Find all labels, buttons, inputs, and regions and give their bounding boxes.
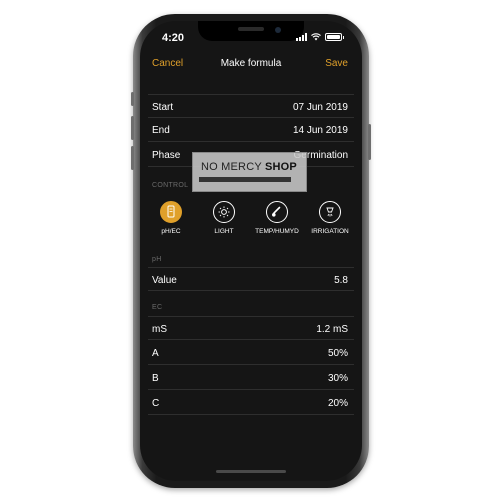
ec-c-label: C [152,398,160,409]
camera [275,27,281,33]
ec-b-row[interactable]: B 30% [148,366,354,390]
control-light[interactable]: LIGHT [197,201,251,235]
signal-icon [296,33,307,41]
ph-section-label: pH [152,256,162,263]
ph-ec-icon [160,201,182,223]
save-button[interactable]: Save [325,58,348,69]
irrigation-icon [319,201,341,223]
control-temp-humyd[interactable]: TEMP/HUMYD [250,201,304,235]
battery-icon [325,33,344,41]
ph-value-row[interactable]: Value 5.8 [148,267,354,291]
control-section-label: CONTROL [152,182,189,189]
ec-a-row[interactable]: A 50% [148,341,354,365]
end-value: 14 Jun 2019 [292,125,348,136]
watermark-bar [199,177,291,182]
speaker [238,27,264,31]
home-indicator [216,470,286,473]
control-irrigation-label: IRRIGATION [311,228,349,235]
control-ph-ec[interactable]: pH/EC [144,201,198,235]
watermark: NO MERCY SHOP [192,152,307,192]
light-icon [213,201,235,223]
watermark-text: NO MERCY SHOP [201,161,297,173]
side-button-volume-up [131,116,134,140]
status-time: 4:20 [162,32,185,44]
control-ph-ec-label: pH/EC [161,228,181,235]
ph-value-label: Value [152,275,177,286]
wifi-icon [311,33,321,41]
ph-value: 5.8 [334,275,348,286]
ec-b-value: 30% [327,373,348,384]
control-irrigation[interactable]: IRRIGATION [303,201,357,235]
nav-bar: Cancel Make formula Save [140,55,362,77]
start-row[interactable]: Start 07 Jun 2019 [148,94,354,118]
notch [198,21,304,41]
thermometer-icon [266,201,288,223]
side-button-volume-down [131,146,134,170]
ec-a-label: A [152,348,159,359]
end-label: End [152,125,170,136]
phase-label: Phase [152,150,181,161]
side-button-power [368,124,371,160]
start-value: 07 Jun 2019 [292,102,348,113]
side-button-silent [131,92,134,106]
ec-ms-row[interactable]: mS 1.2 mS [148,316,354,340]
control-temp-humyd-label: TEMP/HUMYD [255,228,299,235]
control-light-label: LIGHT [214,228,234,235]
ec-section-label: EC [152,304,163,311]
status-icons [296,33,344,41]
ec-c-row[interactable]: C 20% [148,391,354,415]
ec-ms-value: 1.2 mS [316,324,348,335]
ec-a-value: 50% [327,348,348,359]
start-label: Start [152,102,174,113]
ec-ms-label: mS [152,324,167,335]
end-row[interactable]: End 14 Jun 2019 [148,118,354,142]
ec-b-label: B [152,373,159,384]
ec-c-value: 20% [327,398,348,409]
phone-screen: 4:20 Cancel Make formula Save Start 07 J… [140,21,362,481]
